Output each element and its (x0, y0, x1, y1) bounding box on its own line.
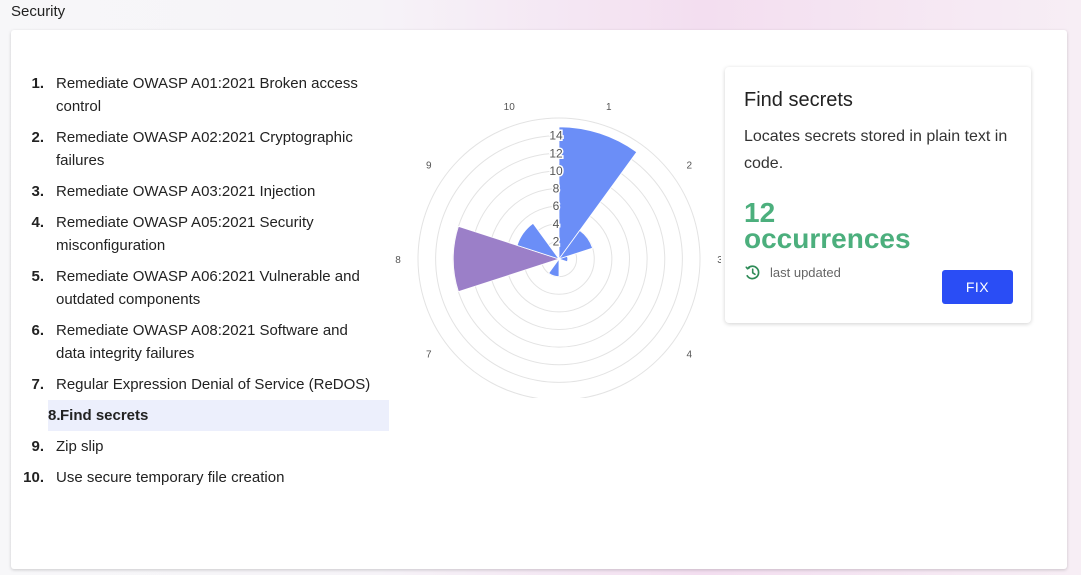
occurrence-label: occurrences (744, 223, 911, 254)
card-title: Find secrets (744, 89, 853, 111)
rule-label: Remediate OWASP A03:2021 Injection (56, 183, 316, 200)
rule-label: Find secrets (60, 407, 149, 424)
rule-number: 9. (31, 438, 44, 455)
rule-number: 8. (48, 407, 61, 424)
rule-item[interactable]: 2. Remediate OWASP A02:2021 Cryptographic… (11, 122, 389, 176)
card-description: Locates secrets stored in plain text in … (744, 128, 1008, 172)
wedge-category-8 (452, 225, 561, 293)
rule-item[interactable]: 10. Use secure temporary file creation (11, 462, 389, 493)
radial-tick-label: 8 (553, 182, 560, 196)
polar-area-chart: 246810121412345678910 (381, 58, 721, 398)
rule-number: 5. (31, 268, 44, 285)
rule-label: Remediate OWASP A05:2021 Security miscon… (56, 214, 314, 254)
category-label: 1 (606, 102, 612, 113)
page-header: Security (11, 3, 66, 20)
radial-tick-label: 4 (553, 217, 560, 231)
category-label: 3 (717, 255, 721, 266)
rule-item[interactable]: 8. Find secrets (48, 400, 389, 431)
category-label: 4 (686, 350, 692, 361)
rule-item[interactable]: 9. Zip slip (11, 431, 389, 462)
radial-tick-label: 14 (549, 129, 563, 143)
rule-number: 10. (23, 469, 44, 486)
rule-label: Remediate OWASP A06:2021 Vulnerable and … (56, 268, 360, 308)
category-label: 7 (426, 350, 432, 361)
radial-tick-label: 12 (549, 146, 563, 160)
last-updated: last updated (744, 264, 841, 281)
fix-button[interactable]: FIX (942, 270, 1013, 304)
rule-number: 1. (31, 75, 44, 92)
rule-number: 3. (31, 183, 44, 200)
rule-item[interactable]: 5. Remediate OWASP A06:2021 Vulnerable an… (11, 261, 389, 315)
rule-label: Remediate OWASP A01:2021 Broken access c… (56, 75, 358, 115)
rule-item[interactable]: 6. Remediate OWASP A08:2021 Software and … (11, 315, 389, 369)
polar-chart-svg: 246810121412345678910 (395, 102, 721, 398)
rule-number: 2. (31, 129, 44, 146)
radial-tick-label: 2 (553, 234, 560, 248)
rule-list: 1. Remediate OWASP A01:2021 Broken access… (11, 68, 389, 493)
rule-label: Use secure temporary file creation (56, 469, 285, 486)
rule-item[interactable]: 3. Remediate OWASP A03:2021 Injection (11, 176, 389, 207)
radial-tick-label: 6 (553, 199, 560, 213)
category-label: 10 (504, 102, 516, 113)
category-label: 9 (426, 160, 432, 171)
rule-label: Remediate OWASP A08:2021 Software and da… (56, 322, 348, 362)
radial-tick-label: 10 (549, 164, 563, 178)
rule-number: 7. (31, 376, 44, 393)
last-updated-label: last updated (770, 265, 841, 280)
rule-number: 6. (31, 322, 44, 339)
category-label: 2 (686, 160, 692, 171)
rule-label: Remediate OWASP A02:2021 Cryptographic f… (56, 129, 353, 169)
rule-item[interactable]: 1. Remediate OWASP A01:2021 Broken access… (11, 68, 389, 122)
rule-item[interactable]: 7. Regular Expression Denial of Service (… (11, 369, 389, 400)
occurrence-count: 12 occurrences (744, 199, 911, 254)
category-label: 8 (395, 255, 401, 266)
rule-number: 4. (31, 214, 44, 231)
rule-item[interactable]: 4. Remediate OWASP A05:2021 Security misc… (11, 207, 389, 261)
wedge-category-1 (558, 126, 638, 261)
rule-label: Regular Expression Denial of Service (Re… (56, 376, 371, 393)
clock-history-icon (744, 264, 761, 281)
rule-label: Zip slip (56, 438, 104, 455)
rule-detail-card: Find secrets Locates secrets stored in p… (725, 67, 1031, 323)
security-panel: 1. Remediate OWASP A01:2021 Broken access… (11, 30, 1067, 569)
